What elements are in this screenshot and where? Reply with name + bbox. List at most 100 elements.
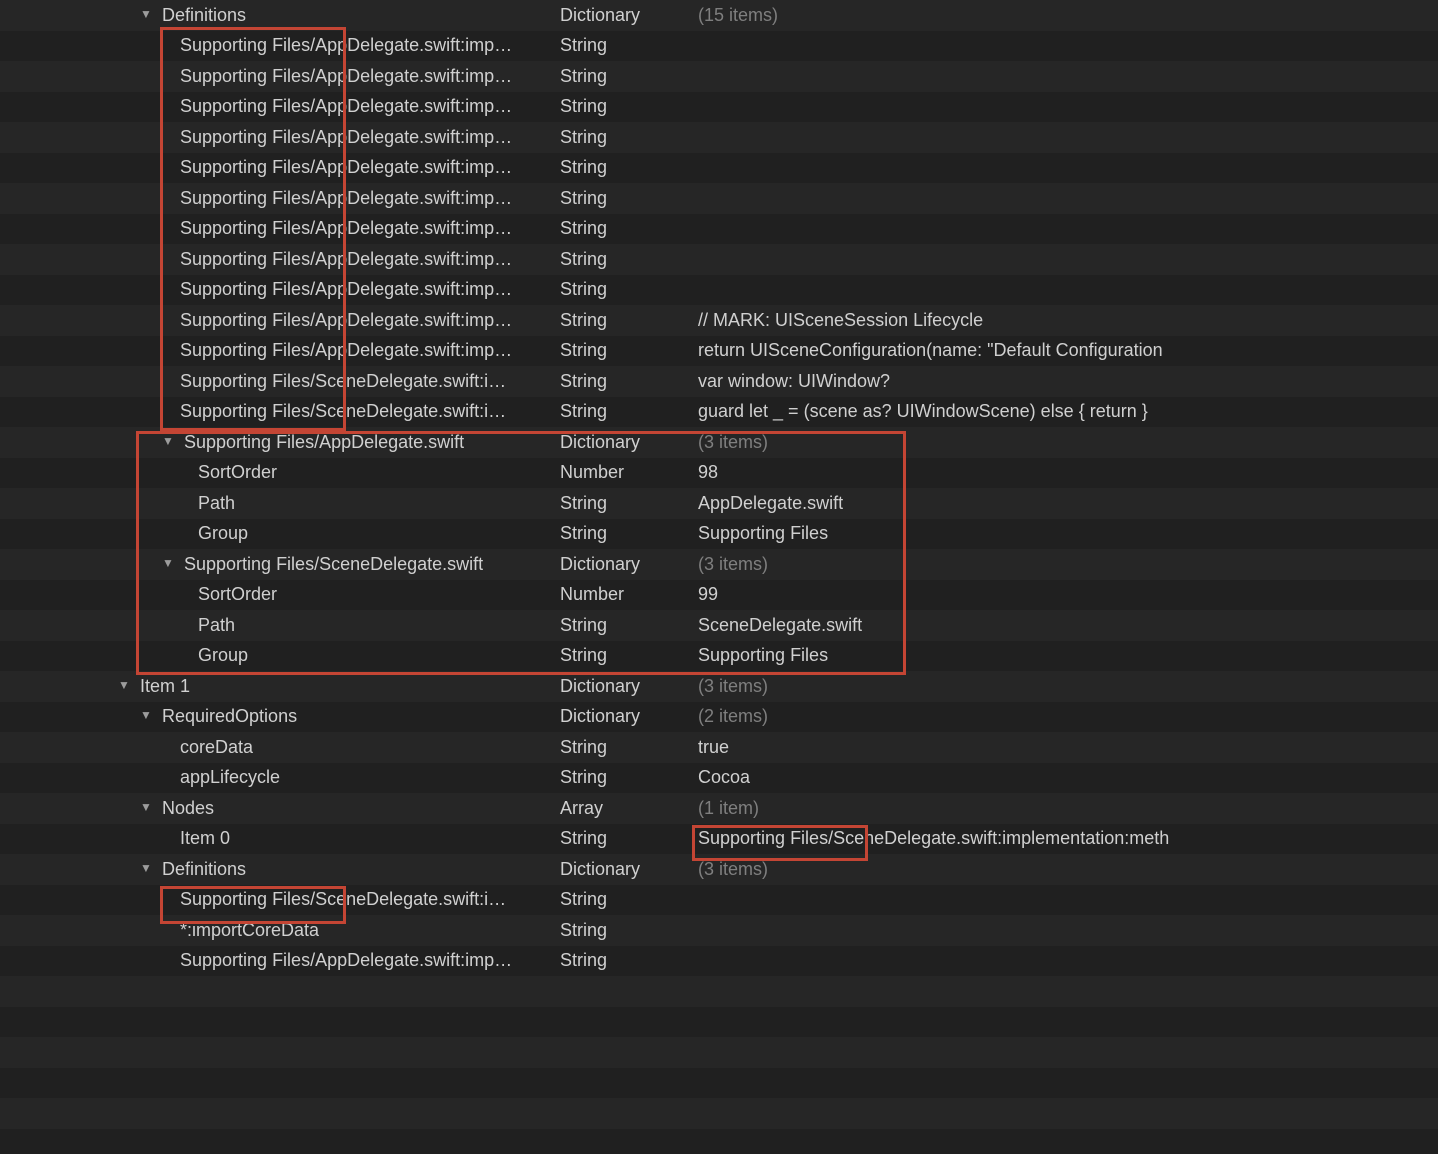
key-cell[interactable]: Path [0,610,560,641]
table-row[interactable]: SortOrderNumber98 [0,458,1438,489]
type-cell[interactable]: String [560,152,698,183]
key-cell[interactable]: Supporting Files/AppDelegate.swift:imp… [0,30,560,61]
type-cell[interactable]: String [560,488,698,519]
table-row[interactable]: Supporting Files/AppDelegate.swift:imp…S… [0,244,1438,275]
value-cell[interactable]: var window: UIWindow? [698,366,1438,397]
key-cell[interactable]: coreData [0,732,560,763]
table-row[interactable]: PathStringSceneDelegate.swift [0,610,1438,641]
value-cell[interactable]: (15 items) [698,0,1438,30]
key-cell[interactable]: Supporting Files/AppDelegate.swift:imp… [0,61,560,92]
table-row[interactable]: RequiredOptionsDictionary(2 items) [0,702,1438,733]
type-cell[interactable]: Dictionary [560,427,698,458]
key-cell[interactable]: Supporting Files/AppDelegate.swift:imp… [0,122,560,153]
value-cell[interactable]: true [698,732,1438,763]
table-row[interactable]: Supporting Files/SceneDelegate.swift:i…S… [0,885,1438,916]
type-cell[interactable]: String [560,610,698,641]
table-row[interactable]: Supporting Files/AppDelegate.swift:imp…S… [0,153,1438,184]
key-cell[interactable]: Supporting Files/AppDelegate.swift:imp… [0,91,560,122]
key-cell[interactable]: Supporting Files/AppDelegate.swift:imp… [0,183,560,214]
type-cell[interactable]: Dictionary [560,671,698,702]
value-cell[interactable]: Supporting Files [698,640,1438,671]
key-cell[interactable]: Path [0,488,560,519]
key-cell[interactable]: RequiredOptions [0,701,560,732]
table-row[interactable]: GroupStringSupporting Files [0,519,1438,550]
type-cell[interactable]: String [560,884,698,915]
key-cell[interactable]: Group [0,640,560,671]
key-cell[interactable]: *:importCoreData [0,915,560,946]
type-cell[interactable]: Number [560,579,698,610]
key-cell[interactable]: SortOrder [0,457,560,488]
type-cell[interactable]: String [560,335,698,366]
table-row[interactable]: Supporting Files/SceneDelegate.swift:i…S… [0,366,1438,397]
key-cell[interactable]: Item 0 [0,823,560,854]
table-row[interactable]: Supporting Files/AppDelegate.swift:imp…S… [0,92,1438,123]
type-cell[interactable]: String [560,30,698,61]
type-cell[interactable]: Dictionary [560,854,698,885]
table-row[interactable]: Supporting Files/AppDelegate.swift:imp…S… [0,183,1438,214]
value-cell[interactable]: (3 items) [698,671,1438,702]
type-cell[interactable]: String [560,91,698,122]
table-row[interactable]: Supporting Files/AppDelegate.swift:imp…S… [0,214,1438,245]
value-cell[interactable]: (3 items) [698,549,1438,580]
disclosure-triangle-icon[interactable] [140,0,156,29]
key-cell[interactable]: Definitions [0,0,560,30]
key-cell[interactable]: appLifecycle [0,762,560,793]
key-cell[interactable]: Supporting Files/SceneDelegate.swift [0,549,560,580]
table-row[interactable]: DefinitionsDictionary(3 items) [0,854,1438,885]
key-cell[interactable]: Supporting Files/SceneDelegate.swift:i… [0,396,560,427]
table-row[interactable]: Supporting Files/AppDelegate.swift:imp…S… [0,336,1438,367]
type-cell[interactable]: String [560,122,698,153]
key-cell[interactable]: Supporting Files/SceneDelegate.swift:i… [0,366,560,397]
type-cell[interactable]: String [560,274,698,305]
table-row[interactable]: GroupStringSupporting Files [0,641,1438,672]
value-cell[interactable]: (1 item) [698,793,1438,824]
key-cell[interactable]: SortOrder [0,579,560,610]
table-row[interactable]: SortOrderNumber99 [0,580,1438,611]
key-cell[interactable]: Supporting Files/AppDelegate.swift:imp… [0,244,560,275]
table-row[interactable]: Supporting Files/SceneDelegate.swiftDict… [0,549,1438,580]
key-cell[interactable]: Supporting Files/AppDelegate.swift:imp… [0,305,560,336]
type-cell[interactable]: Array [560,793,698,824]
table-row[interactable]: Item 0StringSupporting Files/SceneDelega… [0,824,1438,855]
value-cell[interactable]: AppDelegate.swift [698,488,1438,519]
disclosure-triangle-icon[interactable] [140,854,156,884]
table-row[interactable]: Item 1Dictionary(3 items) [0,671,1438,702]
key-cell[interactable]: Supporting Files/AppDelegate.swift:imp… [0,335,560,366]
type-cell[interactable]: String [560,518,698,549]
table-row[interactable]: NodesArray(1 item) [0,793,1438,824]
value-cell[interactable]: guard let _ = (scene as? UIWindowScene) … [698,396,1438,427]
table-row[interactable]: PathStringAppDelegate.swift [0,488,1438,519]
table-row[interactable]: appLifecycleStringCocoa [0,763,1438,794]
key-cell[interactable]: Group [0,518,560,549]
type-cell[interactable]: String [560,213,698,244]
table-row[interactable]: Supporting Files/AppDelegate.swiftDictio… [0,427,1438,458]
value-cell[interactable]: 99 [698,579,1438,610]
value-cell[interactable]: (3 items) [698,854,1438,885]
value-cell[interactable]: 98 [698,457,1438,488]
value-cell[interactable]: Cocoa [698,762,1438,793]
table-row[interactable]: Supporting Files/SceneDelegate.swift:i…S… [0,397,1438,428]
type-cell[interactable]: String [560,945,698,976]
disclosure-triangle-icon[interactable] [140,793,156,823]
type-cell[interactable]: String [560,732,698,763]
table-row[interactable]: Supporting Files/AppDelegate.swift:imp…S… [0,31,1438,62]
type-cell[interactable]: String [560,640,698,671]
type-cell[interactable]: String [560,915,698,946]
key-cell[interactable]: Supporting Files/AppDelegate.swift:imp… [0,945,560,976]
type-cell[interactable]: String [560,762,698,793]
key-cell[interactable]: Definitions [0,854,560,885]
value-cell[interactable]: (3 items) [698,427,1438,458]
disclosure-triangle-icon[interactable] [162,427,178,457]
table-row[interactable]: Supporting Files/AppDelegate.swift:imp…S… [0,305,1438,336]
key-cell[interactable]: Supporting Files/AppDelegate.swift [0,427,560,458]
type-cell[interactable]: String [560,61,698,92]
type-cell[interactable]: Dictionary [560,549,698,580]
type-cell[interactable]: String [560,366,698,397]
disclosure-triangle-icon[interactable] [162,549,178,579]
type-cell[interactable]: Number [560,457,698,488]
type-cell[interactable]: String [560,183,698,214]
key-cell[interactable]: Nodes [0,793,560,824]
type-cell[interactable]: Dictionary [560,0,698,30]
value-cell[interactable]: (2 items) [698,701,1438,732]
value-cell[interactable]: // MARK: UISceneSession Lifecycle [698,305,1438,336]
